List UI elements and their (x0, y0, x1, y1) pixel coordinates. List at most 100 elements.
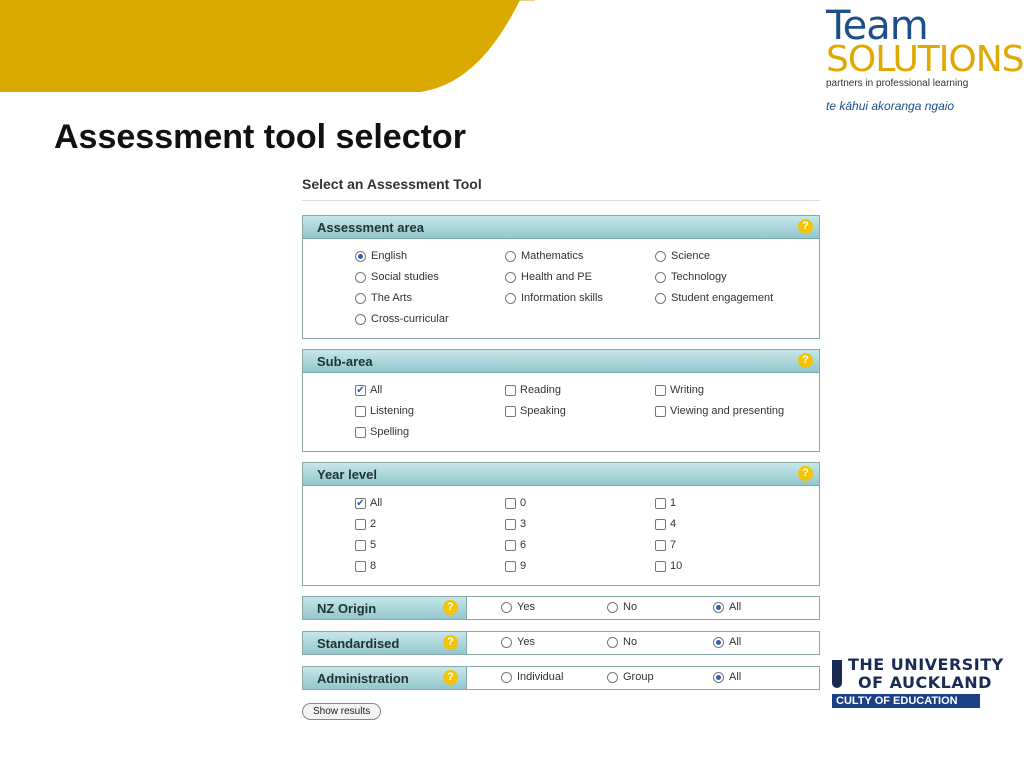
radio-unselected-icon[interactable] (355, 272, 366, 283)
radio-option-mathematics[interactable]: Mathematics (505, 249, 655, 265)
checkbox-unchecked-icon[interactable] (655, 561, 666, 572)
checkbox-option-writing[interactable]: Writing (655, 383, 825, 399)
radio-option-technology[interactable]: Technology (655, 270, 825, 286)
option-label: Group (623, 671, 654, 683)
help-icon[interactable]: ? (443, 670, 458, 685)
checkbox-unchecked-icon[interactable] (655, 406, 666, 417)
radio-option-no[interactable]: No (607, 635, 713, 651)
radio-option-the-arts[interactable]: The Arts (355, 291, 505, 307)
radio-option-information-skills[interactable]: Information skills (505, 291, 655, 307)
checkbox-option-all[interactable]: ✔ All (355, 383, 505, 399)
checkbox-option-4[interactable]: 4 (655, 517, 825, 533)
checkbox-option-8[interactable]: 8 (355, 559, 505, 575)
radio-unselected-icon[interactable] (607, 672, 618, 683)
checkbox-option-5[interactable]: 5 (355, 538, 505, 554)
checkbox-option-listening[interactable]: Listening (355, 404, 505, 420)
university-logo: THE UNIVERSITY OF AUCKLAND CULTY OF EDUC… (832, 656, 1024, 708)
radio-unselected-icon[interactable] (607, 602, 618, 613)
checkbox-option-0[interactable]: 0 (505, 496, 655, 512)
checkbox-unchecked-icon[interactable] (655, 519, 666, 530)
checkbox-unchecked-icon[interactable] (505, 385, 516, 396)
show-results-button[interactable]: Show results (302, 703, 382, 720)
checkbox-unchecked-icon[interactable] (655, 498, 666, 509)
checkbox-unchecked-icon[interactable] (355, 561, 366, 572)
radio-option-all[interactable]: All (713, 600, 819, 616)
help-icon[interactable]: ? (798, 466, 813, 481)
checkbox-unchecked-icon[interactable] (655, 540, 666, 551)
radio-unselected-icon[interactable] (355, 314, 366, 325)
checkbox-unchecked-icon[interactable] (505, 561, 516, 572)
help-icon[interactable]: ? (443, 635, 458, 650)
option-label: Health and PE (521, 271, 592, 283)
checkbox-unchecked-icon[interactable] (355, 540, 366, 551)
option-label: Speaking (520, 405, 566, 417)
checkbox-option-all[interactable]: ✔ All (355, 496, 505, 512)
radio-unselected-icon[interactable] (655, 272, 666, 283)
help-icon[interactable]: ? (443, 600, 458, 615)
radio-selected-icon[interactable] (355, 251, 366, 262)
radio-option-group[interactable]: Group (607, 670, 713, 686)
nz-origin-title: NZ Origin (317, 600, 377, 616)
radio-option-social-studies[interactable]: Social studies (355, 270, 505, 286)
checkbox-unchecked-icon[interactable] (355, 519, 366, 530)
radio-option-yes[interactable]: Yes (501, 600, 607, 616)
radio-unselected-icon[interactable] (505, 251, 516, 262)
checkbox-option-7[interactable]: 7 (655, 538, 825, 554)
radio-option-health-and-pe[interactable]: Health and PE (505, 270, 655, 286)
option-label: The Arts (371, 292, 412, 304)
radio-option-science[interactable]: Science (655, 249, 825, 265)
administration-options: Individual Group All (467, 667, 819, 689)
radio-unselected-icon[interactable] (505, 272, 516, 283)
checkbox-option-viewing-and-presenting[interactable]: Viewing and presenting (655, 404, 825, 420)
radio-selected-icon[interactable] (713, 602, 724, 613)
checkbox-unchecked-icon[interactable] (505, 498, 516, 509)
option-label: Viewing and presenting (670, 405, 785, 417)
year-level-options: ✔ All 0 1 2 3 4 5 6 7 8 9 10 (303, 486, 819, 585)
radio-unselected-icon[interactable] (501, 672, 512, 683)
checkbox-option-10[interactable]: 10 (655, 559, 825, 575)
checkbox-option-9[interactable]: 9 (505, 559, 655, 575)
radio-unselected-icon[interactable] (607, 637, 618, 648)
radio-unselected-icon[interactable] (655, 293, 666, 304)
radio-option-individual[interactable]: Individual (501, 670, 607, 686)
checkbox-unchecked-icon[interactable] (505, 540, 516, 551)
radio-unselected-icon[interactable] (655, 251, 666, 262)
radio-selected-icon[interactable] (713, 672, 724, 683)
checkbox-option-spelling[interactable]: Spelling (355, 425, 505, 441)
radio-unselected-icon[interactable] (355, 293, 366, 304)
radio-option-cross-curricular[interactable]: Cross-curricular (355, 312, 505, 328)
radio-unselected-icon[interactable] (501, 637, 512, 648)
administration-header: Administration ? (303, 667, 467, 689)
logo-solutions: SOLUTIONS (826, 39, 1024, 80)
radio-option-yes[interactable]: Yes (501, 635, 607, 651)
checkbox-option-speaking[interactable]: Speaking (505, 404, 655, 420)
radio-option-all[interactable]: All (713, 635, 819, 651)
option-label: 6 (520, 539, 527, 551)
checkbox-unchecked-icon[interactable] (505, 519, 516, 530)
checkbox-unchecked-icon[interactable] (355, 406, 366, 417)
radio-option-all[interactable]: All (713, 670, 819, 686)
checkbox-unchecked-icon[interactable] (655, 385, 666, 396)
radio-unselected-icon[interactable] (505, 293, 516, 304)
help-icon[interactable]: ? (798, 219, 813, 234)
checkbox-option-6[interactable]: 6 (505, 538, 655, 554)
radio-selected-icon[interactable] (713, 637, 724, 648)
checkbox-checked-icon[interactable]: ✔ (355, 498, 366, 509)
checkbox-checked-icon[interactable]: ✔ (355, 385, 366, 396)
administration-title: Administration (317, 670, 409, 686)
checkbox-option-1[interactable]: 1 (655, 496, 825, 512)
help-icon[interactable]: ? (798, 353, 813, 368)
radio-option-english[interactable]: English (355, 249, 505, 265)
radio-option-student-engagement[interactable]: Student engagement (655, 291, 825, 307)
checkbox-unchecked-icon[interactable] (505, 406, 516, 417)
logo-maori-tagline: te kāhui akoranga ngaio (826, 99, 955, 113)
radio-unselected-icon[interactable] (501, 602, 512, 613)
checkbox-option-reading[interactable]: Reading (505, 383, 655, 399)
checkbox-option-2[interactable]: 2 (355, 517, 505, 533)
team-solutions-logo: Team SOLUTIONS partners in professional … (826, 6, 1024, 113)
checkbox-unchecked-icon[interactable] (355, 427, 366, 438)
sub-area-panel: Sub-area ? ✔ All Reading Writing Listening Sp… (302, 349, 820, 452)
checkbox-option-3[interactable]: 3 (505, 517, 655, 533)
assessment-tool-form: Select an Assessment Tool Assessment are… (302, 176, 820, 720)
radio-option-no[interactable]: No (607, 600, 713, 616)
